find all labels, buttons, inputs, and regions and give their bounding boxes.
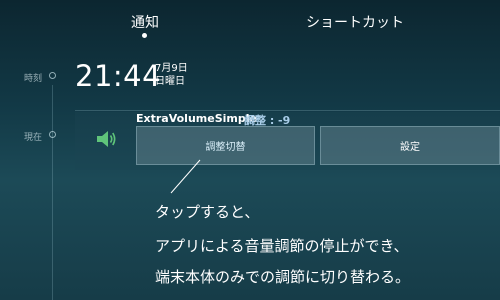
adjust-toggle-button[interactable]: 調整切替	[136, 126, 315, 165]
notification-app-name: ExtraVolumeSimple	[136, 112, 257, 125]
caption-line-3: 端末本体のみでの調節に切り替わる。	[155, 268, 411, 286]
speaker-volume-icon	[97, 131, 116, 147]
timeline-line	[52, 85, 53, 300]
timeline-current-label: 現在	[24, 133, 43, 143]
caption-line-2: アプリによる音量調節の停止ができ、	[155, 237, 409, 255]
timeline-time-label: 時刻	[24, 74, 43, 84]
tab-shortcuts[interactable]: ショートカット	[300, 12, 410, 32]
clock-time: 21:44	[75, 59, 162, 93]
tab-bar: 通知 ショートカット	[0, 0, 500, 44]
active-tab-indicator	[142, 33, 147, 38]
clock-weekday: 日曜日	[155, 76, 185, 87]
caption-line-1: タップすると、	[155, 203, 260, 221]
clock-date: 7月9日	[155, 63, 188, 74]
tab-notifications[interactable]: 通知	[130, 12, 160, 32]
settings-button[interactable]: 設定	[320, 126, 500, 165]
divider	[75, 110, 500, 111]
timeline-current-dot	[49, 131, 56, 138]
timeline-time-dot	[49, 72, 56, 79]
clock-date-block: 7月9日 日曜日	[155, 62, 188, 88]
